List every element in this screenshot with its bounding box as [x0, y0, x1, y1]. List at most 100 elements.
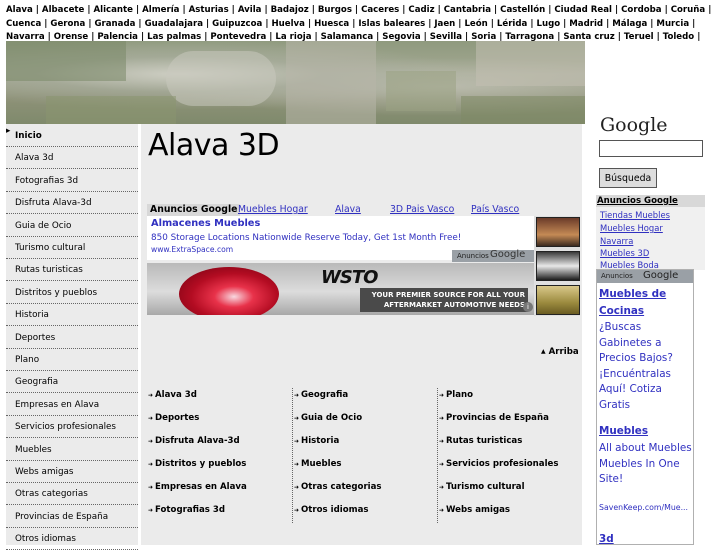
- province-link[interactable]: Castellón: [500, 5, 545, 15]
- province-link[interactable]: Cantabria: [444, 5, 491, 15]
- province-link[interactable]: León: [464, 19, 487, 29]
- province-link[interactable]: Guadalajara: [145, 19, 203, 29]
- separator: |: [135, 18, 145, 29]
- arrow-icon: ➜: [294, 392, 300, 399]
- ad-url-link[interactable]: www.ExtraSpace.com: [151, 245, 233, 254]
- province-link[interactable]: Málaga: [612, 19, 647, 29]
- search-button[interactable]: Búsqueda: [599, 168, 657, 188]
- right-ad-title[interactable]: Muebles de Cocinas: [599, 286, 689, 320]
- sidebar-item-label: Servicios profesionales: [15, 422, 117, 433]
- back-to-top-label: Arriba: [548, 347, 579, 357]
- footer-link-label: Alava 3d: [155, 390, 197, 400]
- sidebar-item[interactable]: Empresas en Alava: [6, 393, 138, 416]
- sidebar-nav: ▸ Inicio Alava 3d Fotografias 3d Disfruta A…: [6, 124, 138, 550]
- right-ad-body: All about Muebles Muebles In One Site!: [599, 442, 692, 485]
- province-link[interactable]: Alava: [6, 5, 33, 15]
- right-ad-link[interactable]: Muebles Hogar: [600, 223, 663, 233]
- province-link[interactable]: Guipuzcoa: [212, 19, 262, 29]
- sidebar-item-label: Historia: [15, 310, 49, 321]
- info-icon[interactable]: i: [523, 302, 533, 312]
- province-link[interactable]: Ciudad Real: [554, 5, 612, 15]
- province-link[interactable]: Islas baleares: [358, 19, 425, 29]
- footer-link-label: Guia de Ocio: [301, 413, 363, 423]
- sidebar-item[interactable]: Otras categorias: [6, 482, 138, 506]
- province-link[interactable]: Teruel: [624, 32, 654, 42]
- right-ads-header[interactable]: Anuncios Google: [596, 195, 705, 207]
- province-link[interactable]: Avila: [238, 5, 262, 15]
- ad-tab-3d-pais-vasco[interactable]: 3D Pais Vasco: [390, 204, 454, 216]
- separator: |: [32, 5, 42, 15]
- footer-link-label: Geografia: [301, 390, 349, 400]
- right-ad-title[interactable]: 3d: [599, 531, 614, 548]
- footer-link-label: Webs amigas: [446, 505, 511, 515]
- separator: |: [705, 5, 712, 15]
- ads-by-google-badge[interactable]: Anuncios Google: [452, 249, 534, 262]
- province-link[interactable]: Murcia: [656, 19, 689, 29]
- sidebar-item[interactable]: Servicios profesionales: [6, 415, 138, 439]
- sidebar-item[interactable]: Turismo cultural: [6, 236, 138, 259]
- ad-tab-alava[interactable]: Alava: [335, 204, 361, 216]
- sidebar-item[interactable]: Muebles: [6, 438, 138, 461]
- province-link[interactable]: Toledo: [663, 32, 694, 42]
- province-link[interactable]: Cadiz: [408, 5, 434, 15]
- right-ad-link[interactable]: Muebles 3D: [600, 248, 649, 258]
- province-link[interactable]: Lugo: [536, 19, 560, 29]
- province-link[interactable]: Lérida: [497, 19, 527, 29]
- ad-tab-pais-vasco[interactable]: País Vasco: [471, 204, 519, 216]
- sidebar-item[interactable]: Webs amigas: [6, 460, 138, 483]
- province-link[interactable]: Cuenca: [6, 19, 41, 29]
- ad-title-link[interactable]: Almacenes Muebles: [151, 218, 260, 229]
- arrow-icon: ➜: [439, 461, 445, 468]
- sidebar-item[interactable]: Provincias de España: [6, 505, 138, 528]
- ad-description: 850 Storage Locations Nationwide Reserve…: [151, 233, 462, 243]
- thumbnail-image[interactable]: [536, 217, 580, 247]
- sidebar-item[interactable]: Otros idiomas: [6, 527, 138, 550]
- province-link[interactable]: Gerona: [50, 19, 85, 29]
- header-aerial-photo: [6, 41, 585, 124]
- sidebar-item[interactable]: Disfruta Alava-3d: [6, 191, 138, 215]
- sidebar-item[interactable]: Fotografias 3d: [6, 169, 138, 192]
- province-link[interactable]: Cordoba: [621, 5, 661, 15]
- sidebar-item[interactable]: ▸ Inicio: [6, 124, 138, 147]
- ad-tab-muebles-hogar[interactable]: Muebles Hogar: [238, 204, 308, 216]
- province-link[interactable]: Alicante: [93, 5, 133, 15]
- province-link[interactable]: Badajoz: [271, 5, 309, 15]
- province-link[interactable]: Huelva: [271, 19, 305, 29]
- right-ad-title[interactable]: Muebles: [599, 423, 648, 440]
- ads-by-google-badge[interactable]: Anuncios Google: [597, 270, 693, 283]
- thumbnail-image[interactable]: [536, 251, 580, 281]
- right-ad-link[interactable]: Navarra: [600, 236, 633, 246]
- province-link[interactable]: Coruña: [671, 5, 705, 15]
- back-to-top-link[interactable]: ▲ Arriba: [541, 347, 579, 357]
- arrow-icon: ➜: [294, 461, 300, 468]
- province-link[interactable]: Albacete: [42, 5, 84, 15]
- province-link[interactable]: Almería: [142, 5, 179, 15]
- province-link[interactable]: Madrid: [569, 19, 603, 29]
- sidebar-item[interactable]: Guia de Ocio: [6, 214, 138, 237]
- province-link[interactable]: Burgos: [318, 5, 352, 15]
- sidebar-item[interactable]: Plano: [6, 348, 138, 371]
- province-link[interactable]: Huesca: [314, 19, 349, 29]
- right-ad-url[interactable]: SavenKeep.com/Mue...: [599, 503, 688, 512]
- footer-link-label: Deportes: [155, 413, 200, 423]
- sidebar-item[interactable]: Geografia: [6, 370, 138, 394]
- province-link[interactable]: Asturias: [189, 5, 229, 15]
- sidebar-item[interactable]: Rutas turisticas: [6, 258, 138, 282]
- separator: |: [132, 5, 143, 15]
- google-logo-icon: Google: [600, 114, 668, 136]
- province-link[interactable]: Jaen: [434, 19, 455, 29]
- sidebar-item-label: Guia de Ocio: [15, 220, 72, 231]
- province-link[interactable]: Caceres: [361, 5, 399, 15]
- footer-link-label: Fotografias 3d: [155, 505, 226, 515]
- thumbnail-image[interactable]: [536, 285, 580, 315]
- footer-column: ➜ Alava 3d ➜ Deportes ➜ Disfruta Alava-3d ➜ Dis…: [147, 388, 291, 523]
- sidebar-item[interactable]: Deportes: [6, 326, 138, 349]
- sidebar-item[interactable]: Historia: [6, 303, 138, 327]
- sidebar-item[interactable]: Distritos y pueblos: [6, 281, 138, 304]
- google-wordmark-icon: Google: [490, 249, 526, 260]
- sidebar-item[interactable]: Alava 3d: [6, 146, 138, 170]
- separator: |: [560, 18, 570, 29]
- search-input[interactable]: [599, 140, 703, 157]
- right-ad-link[interactable]: Tiendas Muebles: [600, 210, 670, 220]
- province-link[interactable]: Granada: [94, 19, 135, 29]
